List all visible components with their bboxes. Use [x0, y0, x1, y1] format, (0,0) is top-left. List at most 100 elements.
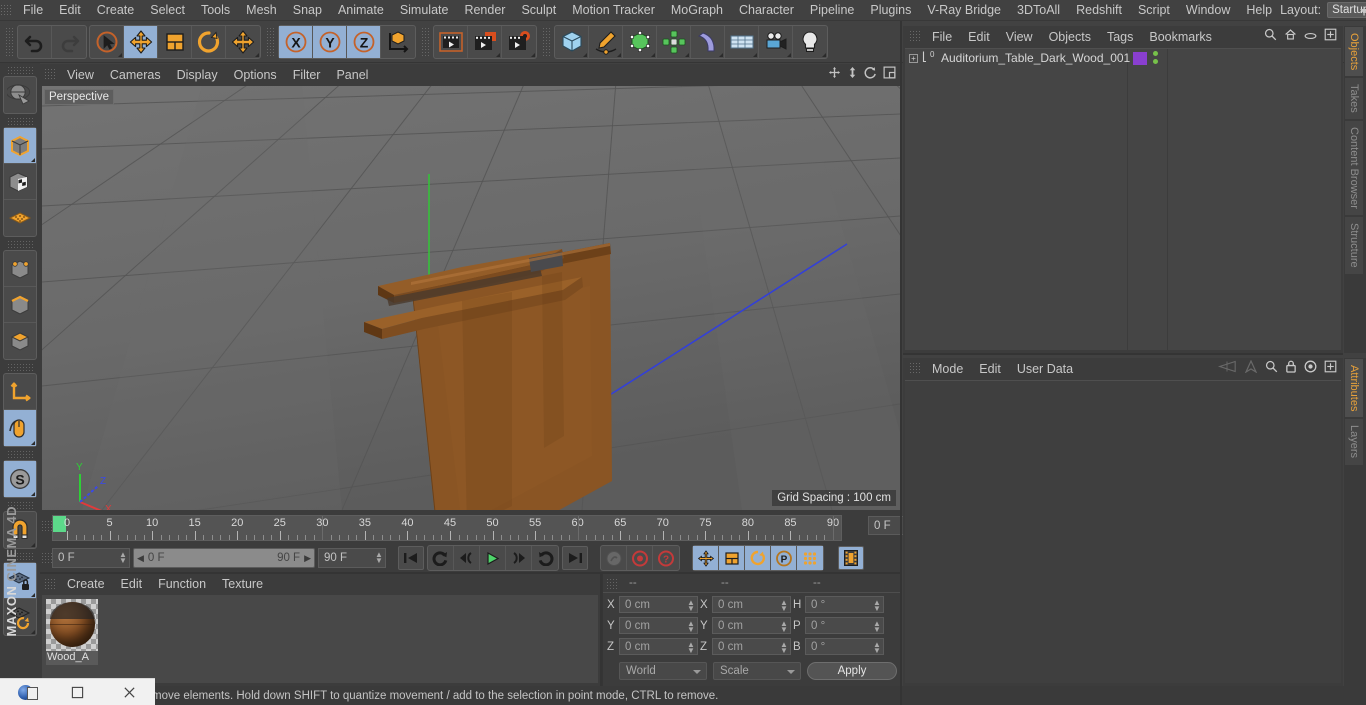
history-back-icon[interactable]: [1217, 360, 1237, 378]
menu-item-snap[interactable]: Snap: [285, 0, 330, 20]
pos-z-spinner-icon[interactable]: ▲ ▼: [687, 641, 695, 655]
size-y-field[interactable]: 0 cm ▲ ▼: [712, 617, 791, 634]
menu-item-character[interactable]: Character: [731, 0, 802, 20]
point-level-animation-toggle[interactable]: [797, 546, 823, 570]
generator-nurbs-icon[interactable]: [623, 25, 657, 58]
viewport-menu-filter[interactable]: Filter: [285, 65, 329, 85]
move-arrows-alt-icon[interactable]: [226, 26, 260, 58]
edge-mode-icon[interactable]: [4, 287, 36, 323]
home-icon[interactable]: [1284, 28, 1297, 46]
play-reverse-loop-button[interactable]: [428, 546, 454, 570]
left-toolbar-grip-5[interactable]: [7, 450, 33, 458]
tab-takes[interactable]: Takes: [1344, 77, 1363, 121]
viewport-rotate-icon[interactable]: [864, 66, 877, 84]
toolbar-grip[interactable]: [5, 26, 14, 57]
menu-grip[interactable]: [0, 3, 11, 17]
time-spinner-icon[interactable]: ▲ ▼: [119, 551, 127, 565]
menu-item-window[interactable]: Window: [1178, 0, 1238, 20]
object-menu-objects[interactable]: Objects: [1041, 27, 1099, 47]
size-y-spinner-icon[interactable]: ▲ ▼: [780, 620, 788, 634]
restore-window-icon[interactable]: [52, 679, 104, 705]
menu-item-render[interactable]: Render: [456, 0, 513, 20]
range-start-arrow-icon[interactable]: ◀: [137, 553, 144, 564]
rot-h-spinner-icon[interactable]: ▲ ▼: [873, 599, 881, 613]
pos-x-field[interactable]: 0 cm ▲ ▼: [619, 596, 698, 613]
menu-item-animate[interactable]: Animate: [330, 0, 392, 20]
material-menu-function[interactable]: Function: [150, 574, 214, 594]
object-tree-row[interactable]: + 0 Auditorium_Table_Dark_Wood_001: [905, 49, 1341, 67]
layout-select[interactable]: Startup: [1327, 2, 1366, 18]
attribute-body[interactable]: [905, 380, 1341, 683]
object-tree[interactable]: + 0 Auditorium_Table_Dark_Wood_001: [905, 48, 1341, 351]
menu-item-select[interactable]: Select: [142, 0, 193, 20]
object-visibility-dots[interactable]: [1153, 51, 1159, 67]
object-menu-edit[interactable]: Edit: [960, 27, 998, 47]
search-icon[interactable]: [1265, 360, 1278, 378]
left-toolbar-grip[interactable]: [7, 66, 33, 74]
render-view-clapper-icon[interactable]: [434, 25, 468, 58]
rot-h-field[interactable]: 0 ° ▲ ▼: [805, 596, 884, 613]
menu-item-plugins[interactable]: Plugins: [862, 0, 919, 20]
menu-item-create[interactable]: Create: [89, 0, 143, 20]
left-toolbar-grip-3[interactable]: [7, 240, 33, 248]
tab-layers[interactable]: Layers: [1344, 418, 1363, 466]
rot-b-field[interactable]: 0 ° ▲ ▼: [805, 638, 884, 655]
attribute-menu-user-data[interactable]: User Data: [1009, 359, 1081, 379]
time-field[interactable]: 0 F ▲ ▼: [52, 548, 130, 568]
ellipse-icon[interactable]: [1304, 28, 1317, 46]
live-selection-cursor-icon[interactable]: [90, 25, 124, 58]
point-mode-icon[interactable]: [4, 251, 36, 287]
axis-y-button[interactable]: Y: [313, 25, 347, 58]
rot-p-field[interactable]: 0 ° ▲ ▼: [805, 617, 884, 634]
rot-b-spinner-icon[interactable]: ▲ ▼: [873, 641, 881, 655]
menu-item-tools[interactable]: Tools: [193, 0, 238, 20]
play-forward-loop-button[interactable]: [532, 546, 558, 570]
camera-icon[interactable]: [759, 25, 793, 58]
viewport-menu-options[interactable]: Options: [226, 65, 285, 85]
menu-item-sculpt[interactable]: Sculpt: [513, 0, 564, 20]
menu-item-mesh[interactable]: Mesh: [238, 0, 285, 20]
viewport-3d-canvas[interactable]: Perspective Grid Spacing : 100 cm Y X Z: [42, 86, 900, 510]
texture-mode-icon[interactable]: [4, 164, 36, 200]
menu-item-redshift[interactable]: Redshift: [1068, 0, 1130, 20]
play-button[interactable]: [480, 546, 506, 570]
left-toolbar-grip-2[interactable]: [7, 117, 33, 125]
material-menu-grip[interactable]: [44, 577, 55, 591]
axis-x-button[interactable]: X: [279, 25, 313, 58]
tab-objects[interactable]: Objects: [1344, 26, 1363, 78]
tab-content-browser[interactable]: Content Browser: [1344, 120, 1363, 216]
attribute-menu-mode[interactable]: Mode: [924, 359, 971, 379]
toolbar-grip-3[interactable]: [421, 26, 430, 57]
polygon-mode-icon[interactable]: [4, 323, 36, 359]
coordinate-mode-select[interactable]: Scale: [713, 662, 801, 680]
menu-item-mograph[interactable]: MoGraph: [663, 0, 731, 20]
menu-item-file[interactable]: File: [15, 0, 51, 20]
expand-toggle-icon[interactable]: +: [909, 53, 918, 63]
menu-item-script[interactable]: Script: [1130, 0, 1178, 20]
viewport-menu-panel[interactable]: Panel: [328, 65, 376, 85]
object-tag-icon[interactable]: 0: [921, 50, 937, 67]
coordinate-system-select[interactable]: World: [619, 662, 707, 680]
viewport-maximize-icon[interactable]: [883, 66, 896, 84]
lock-icon[interactable]: [1285, 360, 1297, 378]
panel-divider-right-horizontal[interactable]: [903, 353, 1343, 355]
array-cluster-icon[interactable]: [657, 25, 691, 58]
max-frame-spinner-icon[interactable]: ▲ ▼: [375, 551, 383, 565]
panel-divider-vertical[interactable]: [900, 21, 902, 705]
history-forward-icon[interactable]: [1244, 359, 1258, 378]
tab-attributes[interactable]: Attributes: [1344, 358, 1363, 419]
axis-z-button[interactable]: Z: [347, 25, 381, 58]
move-arrows-icon[interactable]: [124, 25, 158, 58]
keyframe-selection-button[interactable]: ?: [653, 546, 679, 570]
go-to-end-button[interactable]: [562, 546, 588, 570]
menu-item-pipeline[interactable]: Pipeline: [802, 0, 862, 20]
cinema4d-logo-icon[interactable]: [0, 679, 52, 705]
scale-key-toggle[interactable]: [719, 546, 745, 570]
rotate-circle-icon[interactable]: [192, 25, 226, 58]
material-swatch[interactable]: Wood_A: [46, 599, 98, 665]
soft-selection-icon[interactable]: S: [4, 461, 36, 497]
make-editable-icon[interactable]: [4, 77, 36, 113]
preview-range-bar[interactable]: ◀ 0 F 90 F ▶: [133, 548, 315, 568]
object-menu-file[interactable]: File: [924, 27, 960, 47]
size-x-spinner-icon[interactable]: ▲ ▼: [780, 599, 788, 613]
